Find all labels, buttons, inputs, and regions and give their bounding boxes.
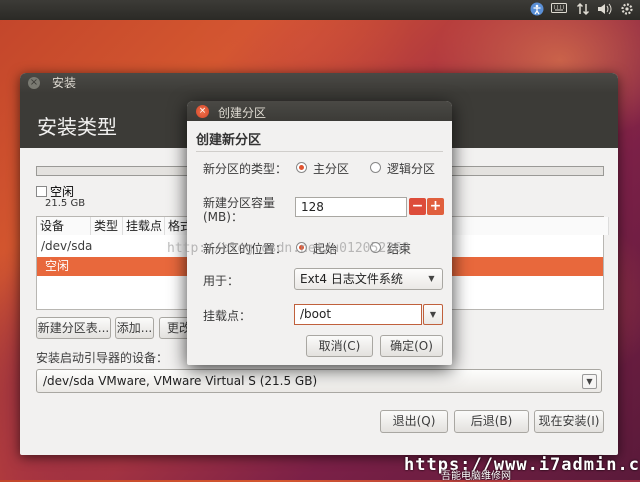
chevron-down-icon: ▼ [428,274,435,283]
filesystem-select[interactable]: Ext4 日志文件系统 ▼ [294,268,443,290]
free-space-label: 空闲 [50,185,75,199]
install-now-button[interactable]: 现在安装(I) [534,410,604,433]
logical-partition-radio[interactable] [370,162,381,173]
size-label-line2: (MB)： [203,210,243,224]
boot-device-value: /dev/sda VMware, VMware Virtual S (21.5 … [43,374,318,388]
logical-partition-label[interactable]: 逻辑分区 [387,160,435,177]
increase-size-button[interactable]: + [427,198,444,215]
use-as-label: 用于： [203,274,240,288]
primary-partition-radio[interactable] [296,162,307,173]
dialog-title: 创建分区 [218,106,267,120]
chevron-down-icon: ▼ [582,374,597,389]
close-icon[interactable]: × [196,105,209,118]
network-icon[interactable] [574,2,592,18]
site-watermark: https://www.i7admin.cc [404,455,640,475]
boot-device-label: 安装启动引导器的设备： [36,351,169,365]
dialog-divider [196,151,443,152]
ok-button[interactable]: 确定(O) [380,335,443,357]
top-panel [0,0,640,20]
filesystem-value: Ext4 日志文件系统 [300,272,403,286]
free-space-size: 21.5 GB [45,198,86,209]
blog-watermark: http://blog.csdn.net/u012052268 [167,241,410,256]
accessibility-icon[interactable] [528,2,546,18]
settings-icon[interactable] [618,2,636,18]
quit-button[interactable]: 退出(Q) [380,410,448,433]
cancel-button[interactable]: 取消(C) [306,335,373,357]
dialog-heading: 创建新分区 [196,133,262,148]
mount-point-input[interactable]: /boot [294,304,422,325]
new-partition-table-button[interactable]: 新建分区表... [36,317,111,339]
column-header-mount[interactable]: 挂载点 [123,217,165,235]
keyboard-icon[interactable] [550,2,568,18]
close-icon[interactable]: × [28,77,40,89]
add-partition-button[interactable]: 添加... [115,317,154,339]
create-partition-dialog: × 创建分区 创建新分区 新分区的类型： 主分区 逻辑分区 新建分区容量 (MB… [187,101,452,365]
decrease-size-button[interactable]: − [409,198,426,215]
page-title: 安装类型 [37,115,117,139]
volume-icon[interactable] [596,2,614,18]
boot-device-select[interactable]: /dev/sda VMware, VMware Virtual S (21.5 … [36,369,602,393]
column-header-type[interactable]: 类型 [91,217,123,235]
column-header-device[interactable]: 设备 [37,217,91,235]
dialog-titlebar: × 创建分区 [187,101,452,121]
back-button[interactable]: 后退(B) [454,410,529,433]
mount-point-label: 挂载点： [203,309,252,323]
free-space-swatch [36,186,47,197]
partition-size-input[interactable]: 128 [295,197,407,217]
mount-point-dropdown-button[interactable]: ▼ [423,304,443,325]
primary-partition-label[interactable]: 主分区 [313,160,349,177]
installer-title: 安装 [52,76,77,90]
installer-titlebar: × 安装 [20,73,618,93]
partition-type-label: 新分区的类型： [203,162,288,176]
